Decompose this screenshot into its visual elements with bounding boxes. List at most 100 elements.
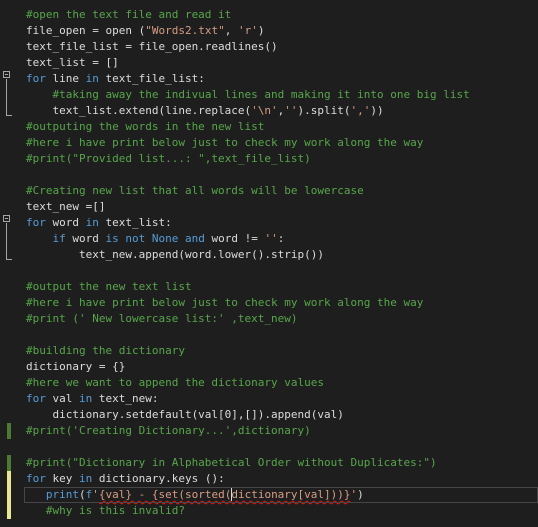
code-token: text_new =[] [26,200,106,213]
code-line[interactable]: text_list = [] [0,55,538,71]
code-token: file_open = open ( [26,24,146,37]
code-token: ).split( [297,104,351,117]
code-comment: #print('Creating Dictionary...',dictiona… [26,424,311,437]
code-comment: #building the dictionary [26,344,185,357]
code-token: text_file_list = file_open.readlines() [26,40,278,53]
code-line[interactable]: #print("Dictionary in Alphabetical Order… [0,455,538,471]
code-token: ( [79,488,86,501]
code-token: )) [370,104,384,117]
fold-guide [6,79,7,115]
code-token: , [224,24,238,37]
code-line[interactable]: text_list.extend(line.replace('\n','').s… [0,103,538,119]
code-line[interactable]: #here we want to append the dictionary v… [0,375,538,391]
code-keyword: for [26,472,46,485]
code-line[interactable]: #print (' New lowercase list:' ,text_new… [0,311,538,327]
code-keyword: in [85,72,99,85]
code-keyword: is not None and [105,232,205,245]
code-line[interactable]: #print('Creating Dictionary...',dictiona… [0,423,538,439]
code-string: '' [284,104,298,117]
code-keyword: for [26,216,46,229]
code-line[interactable]: text_new.append(word.lower().strip()) [0,247,538,263]
code-line[interactable] [0,167,538,183]
code-line[interactable]: #outputing the words in the new list [0,119,538,135]
code-comment: #here we want to append the dictionary v… [26,376,325,389]
code-line[interactable]: #taking away the indivual lines and maki… [0,87,538,103]
fold-toggle-for-line[interactable] [3,71,10,78]
code-line[interactable] [0,439,538,455]
fold-guide-end [6,115,12,116]
code-string: "Words2.txt" [145,24,225,37]
code-token: dictionary.setdefault(val[0],[]).append(… [26,408,344,421]
code-token: ) [357,488,364,501]
code-token: dictionary = {} [26,360,126,373]
code-comment: #taking away the indivual lines and maki… [52,88,470,101]
code-keyword: print [45,488,79,501]
code-token: val [45,392,79,405]
code-token: text_list: [98,216,172,229]
code-line[interactable]: print(f'{val} - {set(sorted(dictionary[v… [24,487,538,503]
code-string: ' [92,488,99,501]
code-line[interactable]: file_open = open ("Words2.txt", 'r') [0,23,538,39]
unsaved-change-marker [7,471,11,519]
saved-change-marker [7,423,11,439]
code-editor[interactable]: #open the text file and read it file_open… [0,7,538,519]
code-line[interactable]: dictionary = {} [0,359,538,375]
code-token: line [45,72,86,85]
code-comment: #print("Provided list...: ",text_file_li… [26,152,311,165]
fold-guide [6,223,7,259]
code-line[interactable]: #output the new text list [0,279,538,295]
code-line[interactable]: #open the text file and read it [0,7,538,23]
code-keyword: if [52,232,66,245]
code-keyword: in [79,392,93,405]
code-line[interactable]: #here i have print below just to check m… [0,295,538,311]
code-comment: #print("Dictionary in Alphabetical Order… [26,456,437,469]
code-line[interactable] [0,327,538,343]
code-line[interactable]: dictionary.setdefault(val[0],[]).append(… [0,407,538,423]
code-token: text_list.extend(line.replace( [26,104,252,117]
code-token: word != [204,232,265,245]
code-token: word [65,232,106,245]
code-string: '' [264,232,278,245]
code-line[interactable]: for word in text_list: [0,215,538,231]
code-line[interactable]: #print("Provided list...: ",text_file_li… [0,151,538,167]
code-comment: #open the text file and read it [26,8,232,21]
code-keyword: for [26,72,46,85]
code-error-squiggle: dictionary[val]))} [231,488,351,501]
code-token: text_new.append(word.lower().strip()) [26,248,325,261]
code-line[interactable]: text_new =[] [0,199,538,215]
code-token: key [45,472,79,485]
code-line[interactable]: for key in dictionary.keys (): [0,471,538,487]
code-line[interactable]: text_file_list = file_open.readlines() [0,39,538,55]
code-line[interactable]: #here i have print below just to check m… [0,135,538,151]
code-token: word [45,216,86,229]
code-string: 'r' [237,24,258,37]
code-token: ) [257,24,265,37]
code-line[interactable]: for line in text_file_list: [0,71,538,87]
code-line[interactable]: #building the dictionary [0,343,538,359]
code-keyword: in [85,216,99,229]
fold-toggle-for-word[interactable] [3,215,10,222]
code-string: '\n' [251,104,278,117]
code-token: : [277,232,285,245]
code-comment: #Creating new list that all words will b… [26,184,364,197]
code-token: text_file_list: [98,72,205,85]
code-line[interactable]: if word is not None and word != '': [0,231,538,247]
code-keyword: for [26,392,46,405]
code-line[interactable]: #why is this invalid? [0,503,538,519]
code-comment: #output the new text list [26,280,192,293]
code-line[interactable]: #Creating new list that all words will b… [0,183,538,199]
code-line[interactable]: for val in text_new: [0,391,538,407]
code-line[interactable] [0,263,538,279]
code-token: dictionary.keys (): [92,472,225,485]
code-token: text_list = [] [26,56,119,69]
code-keyword: in [79,472,93,485]
saved-change-marker [7,455,11,471]
code-string: ',' [350,104,371,117]
fold-guide-end [6,259,12,260]
code-comment: #print (' New lowercase list:' ,text_new… [26,312,298,325]
code-comment: #why is this invalid? [45,504,185,517]
code-token: text_new: [92,392,159,405]
